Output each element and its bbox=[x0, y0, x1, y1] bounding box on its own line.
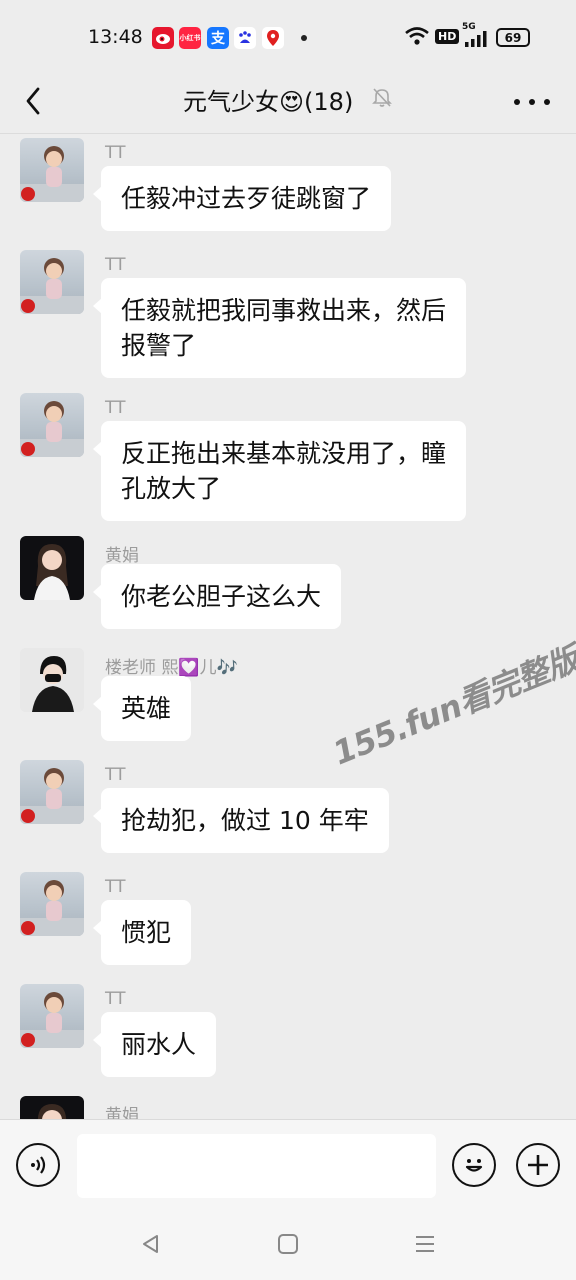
menu-recents-icon bbox=[416, 1236, 434, 1252]
sender-name: TT bbox=[105, 765, 126, 785]
sender-name: TT bbox=[105, 877, 126, 897]
alipay-icon: 支 bbox=[207, 27, 229, 49]
avatar[interactable] bbox=[20, 1096, 84, 1119]
avatar[interactable] bbox=[20, 536, 84, 600]
message-text-line: 反正拖出来基本就没用了，瞳 bbox=[121, 439, 447, 468]
more-dot-icon bbox=[514, 99, 520, 105]
message-text-line: 报警了 bbox=[121, 331, 197, 360]
input-bar bbox=[0, 1119, 576, 1210]
chat-title: 元气少女😍(18) bbox=[183, 88, 354, 116]
watermark: 155.fun看完整版 bbox=[327, 639, 576, 773]
message-list[interactable]: TT 任毅冲过去歹徒跳窗了 TT 任毅就把我同事救出来，然后 报警了 TT 反正… bbox=[0, 135, 576, 1119]
hd-badge: HD bbox=[435, 29, 460, 44]
message-bubble[interactable]: 惯犯 bbox=[92, 900, 192, 965]
message-bubble[interactable]: 抢劫犯，做过 10 年牢 bbox=[93, 788, 389, 853]
message-bubble[interactable]: 任毅就把我同事救出来，然后 报警了 bbox=[92, 278, 467, 378]
message-text: 抢劫犯，做过 10 年牢 bbox=[121, 806, 369, 835]
nav-home-button[interactable] bbox=[276, 1232, 300, 1260]
chat-title-wrap: 元气少女😍(18) bbox=[0, 82, 576, 117]
message-text: 英雄 bbox=[121, 694, 172, 723]
message-text-line: 任毅就把我同事救出来，然后 bbox=[121, 296, 447, 325]
mute-bell-icon bbox=[371, 86, 393, 114]
system-nav-bar bbox=[0, 1210, 576, 1280]
wifi-icon bbox=[404, 26, 430, 50]
avatar[interactable] bbox=[20, 393, 84, 457]
status-bar: 13:48 小红书 支 HD 5G 69 bbox=[0, 0, 576, 70]
message-bubble[interactable]: 你老公胆子这么大 bbox=[92, 564, 342, 629]
avatar[interactable] bbox=[20, 872, 84, 936]
sender-name: 黄娟 bbox=[105, 1106, 139, 1119]
sender-name: TT bbox=[105, 143, 126, 163]
avatar[interactable] bbox=[20, 984, 84, 1048]
voice-input-button[interactable] bbox=[16, 1143, 60, 1187]
message-text: 任毅冲过去歹徒跳窗了 bbox=[121, 184, 372, 213]
plus-icon bbox=[528, 1155, 548, 1175]
nav-back-button[interactable] bbox=[139, 1232, 163, 1260]
chat-header: 元气少女😍(18) bbox=[0, 70, 576, 134]
message-input[interactable] bbox=[77, 1134, 436, 1198]
message-text: 丽水人 bbox=[121, 1030, 197, 1059]
notification-dot bbox=[301, 35, 307, 41]
sender-name: TT bbox=[105, 398, 126, 418]
nav-recents-button[interactable] bbox=[413, 1232, 437, 1260]
avatar[interactable] bbox=[20, 138, 84, 202]
xiaohongshu-icon: 小红书 bbox=[179, 27, 201, 49]
square-home-icon bbox=[278, 1234, 298, 1254]
voice-icon bbox=[31, 1156, 46, 1174]
sender-name: TT bbox=[105, 989, 126, 1009]
triangle-back-icon bbox=[143, 1235, 158, 1253]
weibo-icon bbox=[152, 27, 174, 49]
message-text-line: 孔放大了 bbox=[121, 474, 222, 503]
message-text: 你老公胆子这么大 bbox=[121, 582, 322, 611]
clock: 13:48 bbox=[88, 26, 143, 48]
more-options-button[interactable] bbox=[514, 88, 550, 116]
more-dot-icon bbox=[529, 99, 535, 105]
message-text: 惯犯 bbox=[121, 918, 172, 947]
avatar[interactable] bbox=[20, 250, 84, 314]
emoji-button[interactable] bbox=[452, 1143, 496, 1187]
battery-level: 69 bbox=[504, 30, 522, 45]
avatar[interactable] bbox=[20, 648, 84, 712]
signal-icon bbox=[464, 31, 488, 51]
map-pin-icon bbox=[262, 27, 284, 49]
baidu-icon bbox=[234, 27, 256, 49]
message-bubble[interactable]: 任毅冲过去歹徒跳窗了 bbox=[92, 166, 392, 231]
avatar[interactable] bbox=[20, 760, 84, 824]
message-bubble[interactable]: 反正拖出来基本就没用了，瞳 孔放大了 bbox=[92, 421, 467, 521]
message-bubble[interactable]: 英雄 bbox=[92, 676, 192, 741]
more-dot-icon bbox=[544, 99, 550, 105]
smiley-icon bbox=[465, 1159, 483, 1172]
sender-name: TT bbox=[105, 255, 126, 275]
message-bubble[interactable]: 丽水人 bbox=[92, 1012, 217, 1077]
battery-icon: 69 bbox=[496, 28, 530, 47]
sender-name: 楼老师 熙💟儿🎶 bbox=[105, 658, 238, 678]
more-functions-button[interactable] bbox=[516, 1143, 560, 1187]
sender-name: 黄娟 bbox=[105, 546, 139, 566]
